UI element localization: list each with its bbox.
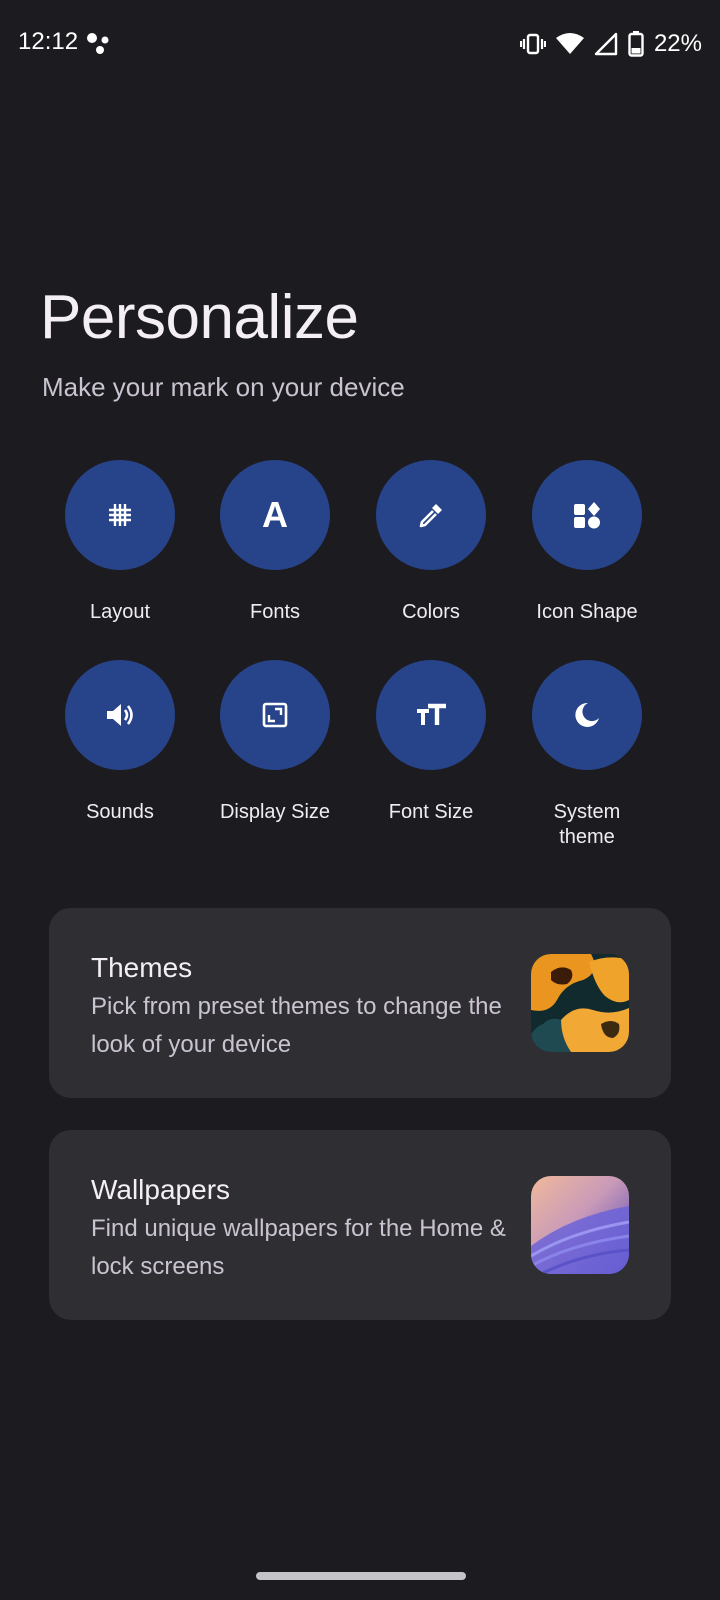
vibrate-icon xyxy=(519,33,546,55)
sounds-option[interactable]: Sounds xyxy=(40,660,200,825)
system-theme-button[interactable] xyxy=(532,660,642,770)
fonts-option[interactable]: A Fonts xyxy=(195,460,355,625)
page-title: Personalize xyxy=(40,283,359,352)
system-theme-label: System theme xyxy=(553,801,621,848)
font-size-icon xyxy=(417,703,446,725)
display-size-icon xyxy=(262,702,288,728)
layout-button[interactable] xyxy=(65,460,175,570)
system-theme-option[interactable]: System theme xyxy=(507,660,667,850)
themes-title: Themes xyxy=(91,952,193,983)
themes-card[interactable]: Themes Pick from preset themes to change… xyxy=(49,908,671,1098)
volume-icon xyxy=(107,704,133,726)
sounds-label: Sounds xyxy=(86,801,154,823)
shapes-icon xyxy=(574,502,600,529)
grid-icon xyxy=(109,504,131,526)
themes-description: Pick from preset themes to change the lo… xyxy=(91,993,502,1058)
wallpapers-title: Wallpapers xyxy=(91,1174,231,1205)
font-icon: A xyxy=(262,494,288,535)
eyedropper-icon xyxy=(419,504,442,528)
wifi-icon xyxy=(555,33,584,54)
colors-label: Colors xyxy=(402,601,460,623)
wallpapers-card[interactable]: Wallpapers Find unique wallpapers for th… xyxy=(49,1130,671,1320)
font-size-option[interactable]: Font Size xyxy=(351,660,511,825)
icon-shape-button[interactable] xyxy=(532,460,642,570)
moon-icon xyxy=(575,702,599,727)
wallpapers-thumbnail xyxy=(531,1176,629,1274)
battery-percentage: 22% xyxy=(653,30,702,57)
status-time: 12:12 xyxy=(18,28,79,55)
themes-thumbnail xyxy=(531,954,629,1052)
colors-button[interactable] xyxy=(376,460,486,570)
display-size-button[interactable] xyxy=(220,660,330,770)
layout-label: Layout xyxy=(89,601,151,623)
font-size-label: Font Size xyxy=(388,801,474,823)
display-size-option[interactable]: Display Size xyxy=(195,660,355,825)
display-size-label: Display Size xyxy=(219,801,331,823)
assistant-icon xyxy=(87,33,109,54)
font-size-button[interactable] xyxy=(376,660,486,770)
fonts-label: Fonts xyxy=(249,601,301,623)
icon-shape-label: Icon Shape xyxy=(536,601,638,623)
wallpapers-description: Find unique wallpapers for the Home & lo… xyxy=(91,1215,506,1280)
layout-option[interactable]: Layout xyxy=(40,460,200,625)
page-subtitle: Make your mark on your device xyxy=(42,372,405,402)
fonts-button[interactable]: A xyxy=(220,460,330,570)
status-bar: 12:12 22% xyxy=(0,0,720,88)
icon-shape-option[interactable]: Icon Shape xyxy=(507,460,667,625)
signal-icon xyxy=(594,32,618,56)
battery-icon xyxy=(628,31,644,57)
colors-option[interactable]: Colors xyxy=(351,460,511,625)
home-indicator[interactable] xyxy=(256,1572,466,1580)
sounds-button[interactable] xyxy=(65,660,175,770)
